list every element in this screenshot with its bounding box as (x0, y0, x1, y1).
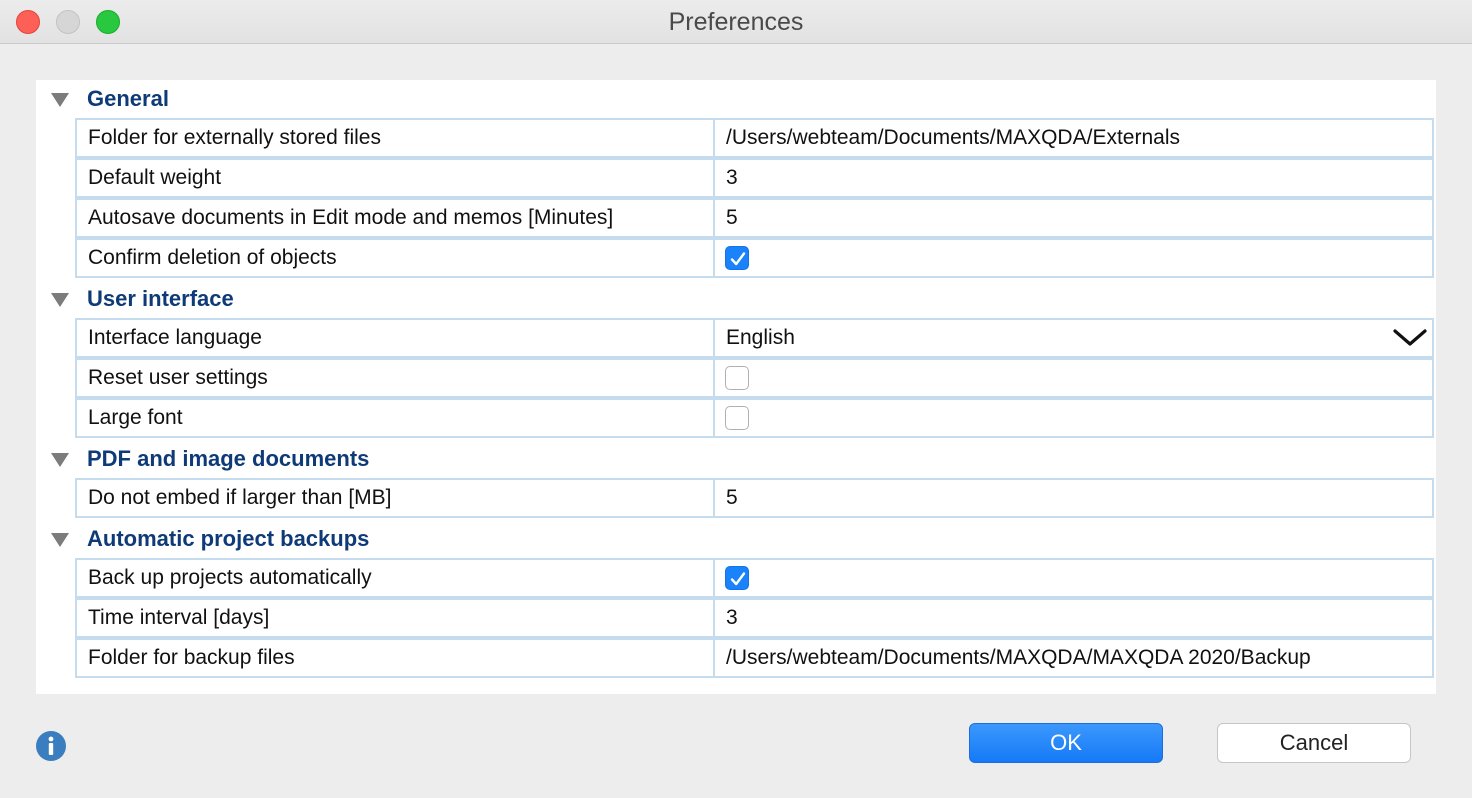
section-title: Automatic project backups (87, 526, 370, 551)
checkmark-icon (730, 252, 746, 266)
pref-row-confirm-deletion: Confirm deletion of objects (75, 238, 1434, 278)
title-bar: Preferences (0, 0, 1472, 44)
cancel-button[interactable]: Cancel (1217, 723, 1411, 763)
pref-value[interactable]: /Users/webteam/Documents/MAXQDA/MAXQDA 2… (726, 640, 1311, 676)
pref-value-cell (713, 558, 1434, 598)
section-title: General (87, 86, 169, 111)
pref-label: Do not embed if larger than [MB] (88, 486, 392, 509)
autosave-minutes-field[interactable]: 5 (713, 198, 1434, 238)
backup-folder-field[interactable]: /Users/webteam/Documents/MAXQDA/MAXQDA 2… (713, 638, 1434, 678)
pref-row-embed-limit: Do not embed if larger than [MB] 5 (75, 478, 1434, 518)
pref-label-cell: Default weight (75, 158, 715, 198)
pref-row-backup-folder: Folder for backup files /Users/webteam/D… (75, 638, 1434, 678)
triangle-down-icon[interactable] (51, 453, 69, 467)
pref-row-auto-backup: Back up projects automatically (75, 558, 1434, 598)
pref-label-cell: Folder for backup files (75, 638, 715, 678)
pref-label: Autosave documents in Edit mode and memo… (88, 206, 614, 229)
pref-value[interactable]: English (726, 320, 795, 356)
triangle-down-icon[interactable] (51, 93, 69, 107)
info-icon[interactable] (36, 731, 66, 761)
pref-label-cell: Confirm deletion of objects (75, 238, 715, 278)
pref-value-cell (713, 358, 1434, 398)
pref-label: Reset user settings (88, 366, 268, 389)
confirm-deletion-checkbox[interactable] (725, 246, 749, 270)
pref-value[interactable]: 5 (726, 480, 738, 516)
pref-label-cell: Reset user settings (75, 358, 715, 398)
pref-value-cell (713, 238, 1434, 278)
pref-label-cell: Interface language (75, 318, 715, 358)
pref-row-autosave: Autosave documents in Edit mode and memo… (75, 198, 1434, 238)
section-header-general[interactable]: General (36, 80, 1436, 118)
pref-label-cell: Do not embed if larger than [MB] (75, 478, 715, 518)
pref-label-cell: Autosave documents in Edit mode and memo… (75, 198, 715, 238)
pref-value[interactable]: 3 (726, 160, 738, 196)
auto-backup-checkbox[interactable] (725, 566, 749, 590)
pref-label: Folder for backup files (88, 646, 295, 669)
large-font-checkbox[interactable] (725, 406, 749, 430)
embed-limit-field[interactable]: 5 (713, 478, 1434, 518)
section-header-backups[interactable]: Automatic project backups (36, 520, 1436, 558)
pref-label: Time interval [days] (88, 606, 270, 629)
reset-user-settings-checkbox[interactable] (725, 366, 749, 390)
pref-label: Back up projects automatically (88, 566, 372, 589)
pref-label: Default weight (88, 166, 222, 189)
default-weight-field[interactable]: 3 (713, 158, 1434, 198)
triangle-down-icon[interactable] (51, 293, 69, 307)
pref-label-cell: Time interval [days] (75, 598, 715, 638)
pref-row-default-weight: Default weight 3 (75, 158, 1434, 198)
triangle-down-icon[interactable] (51, 533, 69, 547)
preferences-panel: General Folder for externally stored fil… (36, 80, 1436, 694)
pref-value-cell (713, 398, 1434, 438)
pref-label-cell: Folder for externally stored files (75, 118, 715, 158)
section-header-pdf-image[interactable]: PDF and image documents (36, 440, 1436, 478)
interface-language-select[interactable]: English (713, 318, 1434, 358)
pref-row-reset-settings: Reset user settings (75, 358, 1434, 398)
pref-row-large-font: Large font (75, 398, 1434, 438)
pref-value[interactable]: 3 (726, 600, 738, 636)
checkmark-icon (730, 572, 746, 586)
pref-label-cell: Large font (75, 398, 715, 438)
pref-label: Confirm deletion of objects (88, 246, 337, 269)
pref-label: Large font (88, 406, 183, 429)
window-title: Preferences (668, 8, 804, 36)
pref-label: Interface language (88, 326, 262, 349)
pref-label: Folder for externally stored files (88, 126, 381, 149)
pref-label-cell: Back up projects automatically (75, 558, 715, 598)
chevron-down-icon[interactable] (1392, 328, 1428, 348)
pref-value[interactable]: /Users/webteam/Documents/MAXQDA/External… (726, 120, 1180, 156)
section-header-user-interface[interactable]: User interface (36, 280, 1436, 318)
time-interval-field[interactable]: 3 (713, 598, 1434, 638)
pref-row-interface-language: Interface language English (75, 318, 1434, 358)
ok-button[interactable]: OK (969, 723, 1163, 763)
dialog-body: General Folder for externally stored fil… (0, 44, 1472, 798)
pref-value[interactable]: 5 (726, 200, 738, 236)
externals-folder-field[interactable]: /Users/webteam/Documents/MAXQDA/External… (713, 118, 1434, 158)
pref-row-externals-folder: Folder for externally stored files /User… (75, 118, 1434, 158)
pref-row-time-interval: Time interval [days] 3 (75, 598, 1434, 638)
section-title: User interface (87, 286, 234, 311)
section-title: PDF and image documents (87, 446, 370, 471)
